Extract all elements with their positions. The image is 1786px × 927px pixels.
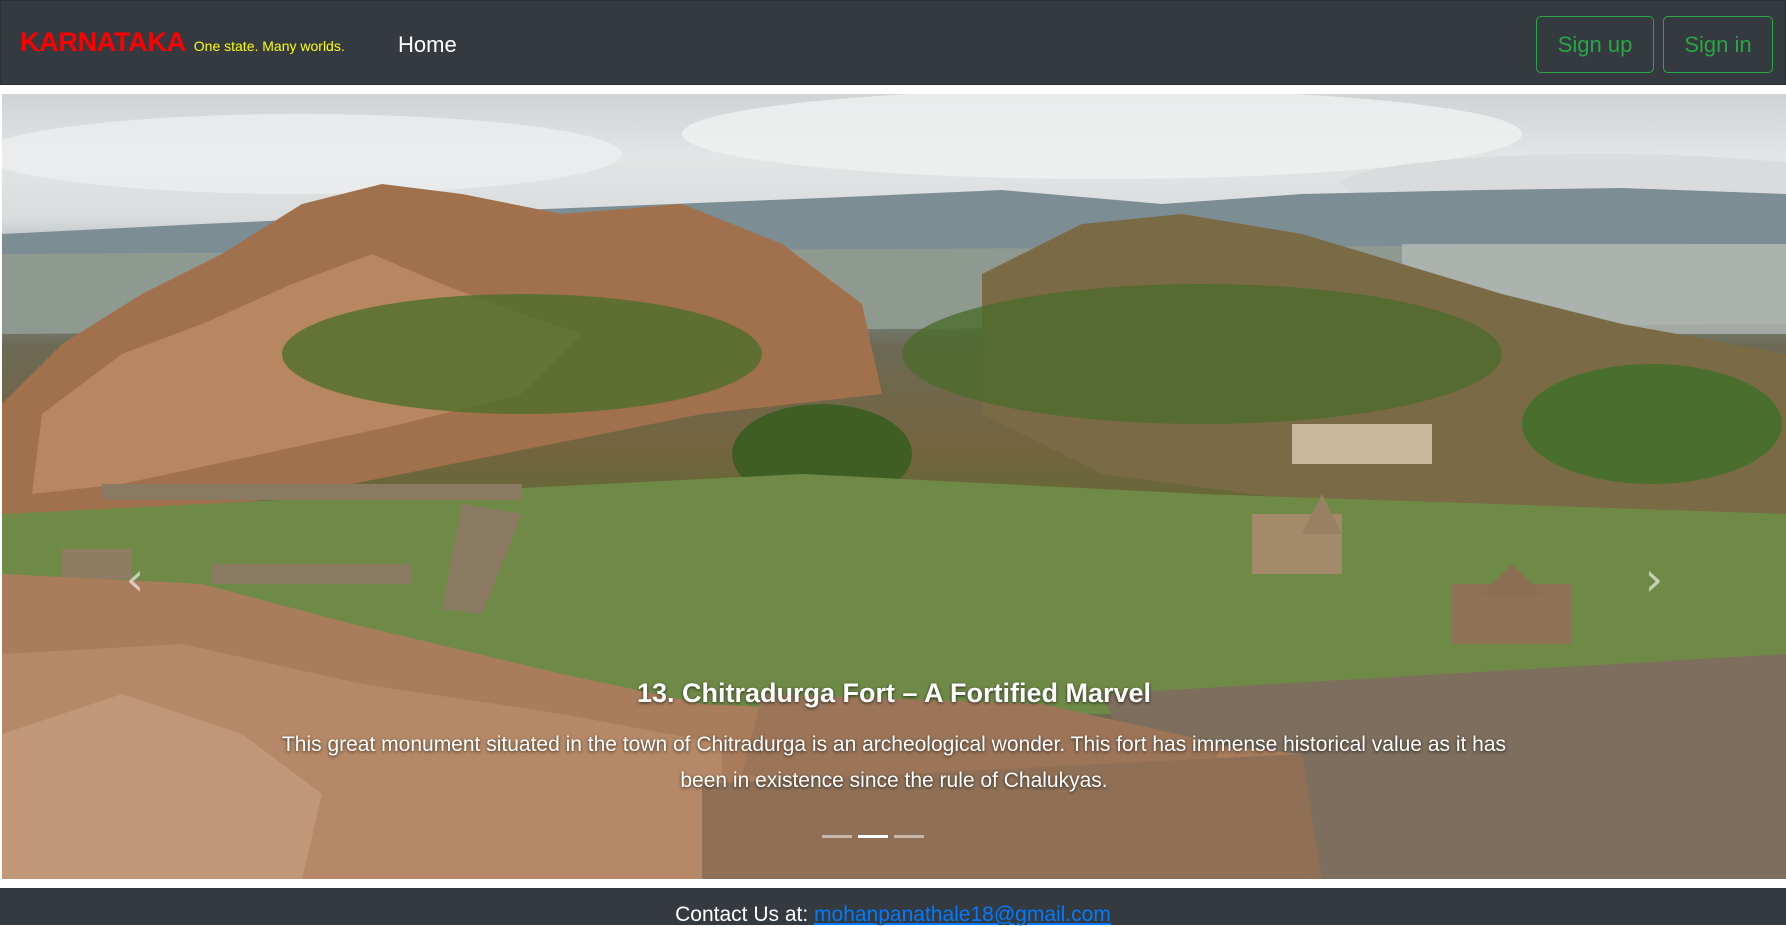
signup-button[interactable]: Sign up	[1536, 16, 1654, 73]
top-navbar: KARNATAKA One state. Many worlds. Home S…	[0, 0, 1786, 85]
carousel-indicator[interactable]	[822, 835, 852, 838]
contact-label: Contact Us at:	[675, 903, 815, 926]
carousel-prev-icon[interactable]: ‹	[115, 552, 155, 606]
signin-button[interactable]: Sign in	[1663, 16, 1773, 73]
carousel-indicators	[822, 835, 924, 838]
contact-email-link[interactable]: mohanpanathale18@gmail.com	[814, 903, 1111, 926]
brand-name[interactable]: KARNATAKA	[20, 27, 186, 58]
brand[interactable]: KARNATAKA One state. Many worlds.	[20, 27, 345, 58]
carousel-indicator[interactable]	[894, 835, 924, 838]
nav-home-link[interactable]: Home	[398, 32, 457, 58]
footer: Contact Us at: mohanpanathale18@gmail.co…	[0, 888, 1786, 926]
brand-tagline: One state. Many worlds.	[193, 38, 345, 54]
image-carousel: ‹ › 13. Chitradurga Fort – A Fortified M…	[2, 94, 1786, 879]
carousel-caption: 13. Chitradurga Fort – A Fortified Marve…	[2, 678, 1786, 799]
carousel-next-icon[interactable]: ›	[1634, 552, 1674, 606]
caption-text: This great monument situated in the town…	[281, 733, 1507, 792]
caption-title: 13. Chitradurga Fort – A Fortified Marve…	[636, 678, 1152, 708]
carousel-indicator-active[interactable]	[858, 835, 888, 838]
